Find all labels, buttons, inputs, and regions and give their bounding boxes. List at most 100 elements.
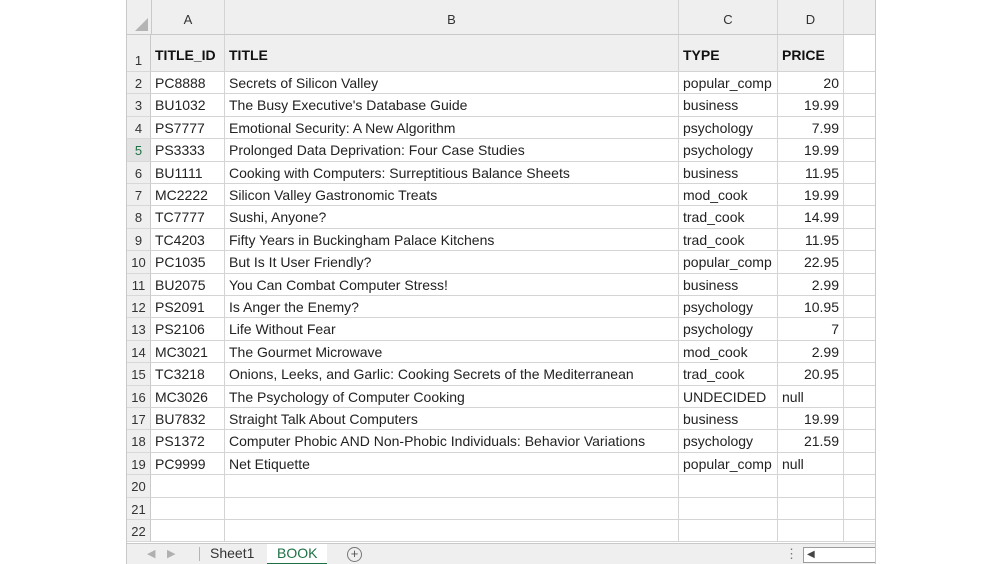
cell-title[interactable]: Straight Talk About Computers (225, 408, 679, 431)
cell-title[interactable]: But Is It User Friendly? (225, 251, 679, 274)
cell-empty[interactable] (844, 318, 875, 341)
cell-title-id[interactable]: PC1035 (151, 251, 225, 274)
cell-title[interactable]: Fifty Years in Buckingham Palace Kitchen… (225, 228, 679, 252)
cell-price[interactable]: null (778, 385, 844, 408)
row-number[interactable]: 1 (127, 35, 151, 72)
add-sheet-icon[interactable]: + (347, 547, 362, 562)
cell-title[interactable] (225, 497, 679, 520)
row-number[interactable]: 16 (127, 385, 151, 408)
cell-title[interactable] (225, 475, 679, 498)
cell-title-id[interactable]: PS2106 (151, 318, 225, 341)
cell-price[interactable]: 14.99 (778, 206, 844, 229)
cell-empty[interactable] (844, 408, 875, 431)
spreadsheet-grid[interactable]: A B C D E 1 TITLE_ID TITLE TYPE PRICE 2P… (126, 0, 876, 564)
cell-title-id[interactable]: PS3333 (151, 139, 225, 162)
cell-title[interactable]: Computer Phobic AND Non-Phobic Individua… (225, 430, 679, 453)
cell-title-id[interactable]: TC4203 (151, 228, 225, 252)
cell-type[interactable]: UNDECIDED (679, 385, 778, 408)
header-cell-empty[interactable] (844, 35, 875, 72)
row-number[interactable]: 9 (127, 228, 151, 252)
cell-empty[interactable] (844, 296, 875, 319)
row-number[interactable]: 20 (127, 475, 151, 498)
cell-empty[interactable] (844, 498, 875, 520)
cell-empty[interactable] (844, 94, 875, 117)
cell-price[interactable]: 19.99 (778, 184, 844, 207)
row-number[interactable]: 5 (127, 139, 151, 162)
cell-price[interactable]: 19.99 (778, 139, 844, 162)
row-number[interactable]: 10 (127, 251, 151, 274)
cell-title[interactable]: Secrets of Silicon Valley (225, 72, 679, 95)
header-cell-title[interactable]: TITLE (225, 35, 679, 72)
row-number[interactable]: 6 (127, 161, 151, 184)
cell-empty[interactable] (844, 162, 875, 184)
cell-empty[interactable] (844, 72, 875, 95)
row-number[interactable]: 22 (127, 520, 151, 543)
cell-empty[interactable] (844, 520, 875, 543)
cell-price[interactable]: 22.95 (778, 251, 844, 274)
cell-title-id[interactable]: BU2075 (151, 273, 225, 296)
cell-title[interactable]: Emotional Security: A New Algorithm (225, 116, 679, 140)
cell-price[interactable]: 2.99 (778, 273, 844, 296)
row-number[interactable]: 11 (127, 273, 151, 296)
row-number[interactable]: 13 (127, 318, 151, 341)
tab-scroll-right-icon[interactable]: ▶ (167, 547, 175, 560)
cell-title-id[interactable]: PC8888 (151, 72, 225, 95)
cell-type[interactable]: psychology (679, 139, 778, 162)
cell-price[interactable] (778, 475, 844, 498)
cell-title[interactable]: Life Without Fear (225, 318, 679, 341)
cell-title-id[interactable]: PS2091 (151, 296, 225, 319)
column-header-e[interactable]: E (844, 0, 875, 34)
cell-empty[interactable] (844, 274, 875, 296)
cell-type[interactable] (679, 475, 778, 498)
scroll-left-icon[interactable]: ◀ (807, 548, 815, 562)
cell-type[interactable] (679, 497, 778, 520)
row-number[interactable]: 12 (127, 296, 151, 319)
cell-empty[interactable] (844, 341, 875, 364)
cell-type[interactable]: popular_comp (679, 72, 778, 95)
cell-type[interactable]: mod_cook (679, 184, 778, 207)
cell-empty[interactable] (844, 430, 875, 453)
cell-title[interactable]: The Gourmet Microwave (225, 340, 679, 364)
cell-title-id[interactable]: PS7777 (151, 116, 225, 140)
cell-title-id[interactable] (151, 497, 225, 520)
column-header-d[interactable]: D (778, 0, 844, 34)
cell-empty[interactable] (844, 206, 875, 229)
cell-empty[interactable] (844, 117, 875, 140)
cell-title[interactable]: Is Anger the Enemy? (225, 296, 679, 319)
cell-empty[interactable] (844, 184, 875, 207)
cell-title[interactable]: Net Etiquette (225, 452, 679, 476)
cell-price[interactable]: 20.95 (778, 363, 844, 386)
tab-book[interactable]: BOOK (267, 544, 328, 564)
row-number[interactable]: 4 (127, 116, 151, 140)
cell-title-id[interactable]: TC3218 (151, 363, 225, 386)
cell-type[interactable]: business (679, 408, 778, 431)
cell-title[interactable]: Prolonged Data Deprivation: Four Case St… (225, 139, 679, 162)
cell-price[interactable]: 21.59 (778, 430, 844, 453)
cell-price[interactable]: 11.95 (778, 161, 844, 184)
horizontal-scrollbar[interactable]: ◀ (803, 547, 875, 563)
row-number[interactable]: 2 (127, 72, 151, 95)
row-number[interactable]: 7 (127, 184, 151, 207)
tab-sheet1[interactable]: Sheet1 (200, 544, 264, 563)
cell-title[interactable]: You Can Combat Computer Stress! (225, 273, 679, 296)
header-cell-type[interactable]: TYPE (679, 35, 778, 72)
header-cell-price[interactable]: PRICE (778, 35, 844, 72)
column-header-a[interactable]: A (152, 0, 225, 34)
cell-type[interactable]: business (679, 273, 778, 296)
cell-title-id[interactable]: MC2222 (151, 184, 225, 207)
cell-title-id[interactable]: BU1111 (151, 161, 225, 184)
cell-title-id[interactable] (151, 475, 225, 498)
cell-price[interactable]: 19.99 (778, 94, 844, 117)
cell-type[interactable]: popular_comp (679, 452, 778, 476)
cell-price[interactable]: 7.99 (778, 116, 844, 140)
cell-type[interactable]: trad_cook (679, 228, 778, 252)
cell-type[interactable]: psychology (679, 430, 778, 453)
cell-title-id[interactable]: TC7777 (151, 206, 225, 229)
cell-type[interactable]: business (679, 161, 778, 184)
cell-title[interactable]: The Psychology of Computer Cooking (225, 385, 679, 408)
cell-type[interactable]: business (679, 94, 778, 117)
cell-empty[interactable] (844, 386, 875, 408)
cell-title-id[interactable]: BU1032 (151, 94, 225, 117)
row-number[interactable]: 18 (127, 430, 151, 453)
row-number[interactable]: 14 (127, 340, 151, 364)
